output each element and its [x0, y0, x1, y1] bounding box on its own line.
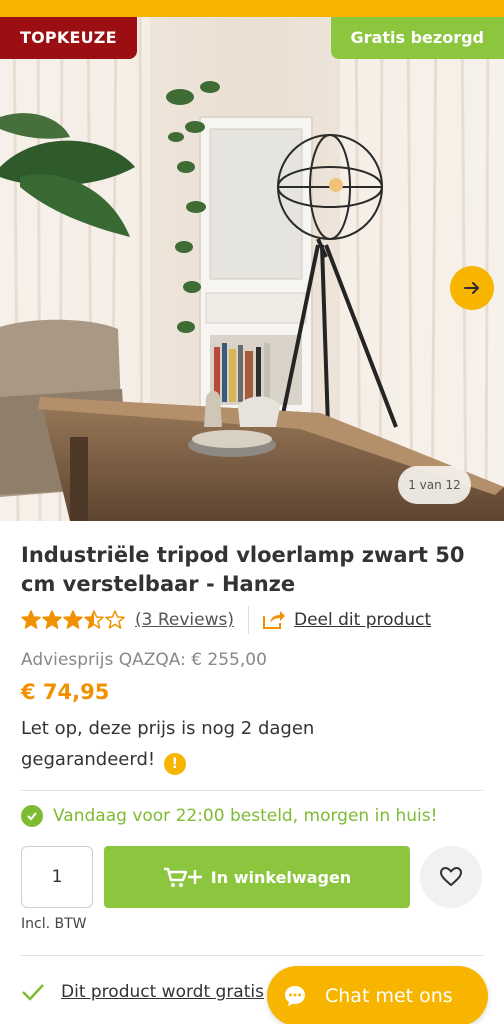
share-product-link[interactable]: Deel dit product — [262, 610, 431, 630]
arrow-right-icon — [464, 282, 479, 294]
checkmark-icon — [22, 984, 44, 1001]
chat-label: Chat met ons — [325, 985, 453, 1007]
reviews-link[interactable]: (3 Reviews) — [135, 610, 234, 630]
cart-plus-icon — [163, 866, 203, 888]
free-delivery-badge: Gratis bezorgd — [330, 17, 504, 59]
vat-label: Incl. BTW — [21, 916, 87, 932]
star-empty-icon — [105, 610, 125, 629]
star-full-icon — [63, 610, 83, 629]
check-circle-icon — [21, 805, 43, 827]
chat-button[interactable]: Chat met ons — [267, 966, 488, 1024]
top-banner-strip — [0, 0, 504, 17]
chat-bubble-icon — [285, 986, 305, 1006]
gallery-next-button[interactable] — [450, 266, 494, 310]
star-half-icon — [84, 610, 104, 629]
star-full-icon — [21, 610, 41, 629]
divider — [248, 606, 249, 634]
top-choice-badge: TOPKEUZE — [0, 17, 137, 59]
product-image-gallery[interactable]: 1 van 12 — [0, 17, 504, 521]
gallery-counter: 1 van 12 — [398, 466, 471, 504]
price-guarantee-note: Let op, deze prijs is nog 2 dagen gegara… — [21, 713, 381, 775]
free-usp-text: Dit product wordt gratis — [61, 982, 264, 1002]
advice-price: Adviesprijs QAZQA: € 255,00 — [21, 650, 267, 670]
add-to-cart-button[interactable]: In winkelwagen — [104, 846, 410, 908]
divider — [21, 790, 483, 791]
product-title: Industriële tripod vloerlamp zwart 50 cm… — [21, 543, 465, 596]
rating-stars — [21, 610, 125, 630]
product-photo — [0, 17, 504, 521]
delivery-promise: Vandaag voor 22:00 besteld, morgen in hu… — [21, 805, 437, 827]
quantity-input[interactable]: 1 — [21, 846, 93, 908]
share-icon — [263, 611, 285, 629]
share-label: Deel dit product — [294, 610, 432, 630]
delivery-text: Vandaag voor 22:00 besteld, morgen in hu… — [53, 806, 438, 826]
divider — [21, 955, 483, 956]
rating-share-row: (3 Reviews) Deel dit product — [21, 605, 491, 635]
current-price: € 74,95 — [21, 680, 110, 704]
heart-icon — [440, 867, 462, 886]
add-to-cart-label: In winkelwagen — [210, 867, 352, 887]
info-icon[interactable]: ! — [163, 753, 186, 775]
wishlist-button[interactable] — [420, 846, 482, 908]
star-full-icon — [42, 610, 62, 629]
free-product-usp[interactable]: Dit product wordt gratis — [21, 982, 264, 1002]
